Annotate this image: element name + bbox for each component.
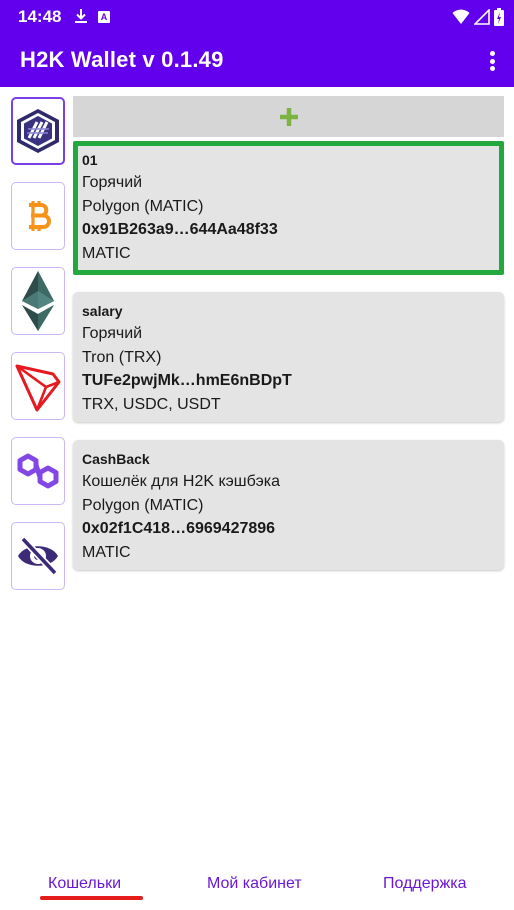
wallet-card[interactable]: salary Горячий Tron (TRX) TUFe2pwjMk…hmE…	[73, 292, 504, 422]
wallet-tokens: MATIC	[82, 244, 131, 262]
add-wallet-button[interactable]	[73, 96, 504, 137]
polygon-icon[interactable]	[11, 437, 65, 505]
wallet-name: CashBack	[82, 451, 150, 467]
notification-badge: A	[98, 11, 110, 23]
wallet-network: Polygon (MATIC)	[82, 197, 204, 215]
bitcoin-icon[interactable]	[11, 182, 65, 250]
wallet-type: Кошелёк для H2K кэшбэка	[82, 473, 281, 490]
nav-wallets[interactable]: Кошельки	[48, 875, 121, 893]
status-time: 14:48	[18, 7, 62, 26]
status-icons	[452, 7, 504, 27]
more-vert-icon[interactable]	[486, 48, 498, 74]
wallet-network: Tron (TRX)	[82, 348, 162, 366]
signal-icon	[474, 9, 490, 25]
battery-icon	[494, 8, 504, 26]
wallet-network: Polygon (MATIC)	[82, 496, 204, 514]
wallet-name: 01	[82, 152, 98, 168]
app-title: H2K Wallet v 0.1.49	[20, 47, 224, 72]
nav-my-cabinet[interactable]: Мой кабинет	[207, 875, 302, 893]
app-bar: H2K Wallet v 0.1.49	[0, 33, 514, 87]
wallet-card[interactable]: CashBack Кошелёк для H2K кэшбэка Polygon…	[73, 440, 504, 570]
bottom-nav: Кошельки Мой кабинет Поддержка	[0, 860, 514, 910]
nav-active-indicator	[40, 896, 143, 900]
wallet-type: Горячий	[82, 325, 143, 342]
wallet-name: salary	[82, 303, 123, 319]
wallet-tokens: TRX, USDC, USDT	[82, 395, 221, 413]
wallet-card[interactable]: 01 Горячий Polygon (MATIC) 0x91B263a9…64…	[73, 141, 504, 275]
wallet-address: TUFe2pwjMk…hmE6nBDpT	[82, 372, 292, 389]
wallet-address: 0x91B263a9…644Aa48f33	[82, 221, 278, 238]
wifi-icon	[452, 9, 470, 24]
h2k-logo-icon[interactable]	[11, 97, 65, 165]
wallet-address: 0x02f1C418…6969427896	[82, 520, 276, 537]
ethereum-icon[interactable]	[11, 267, 65, 335]
wallet-tokens: MATIC	[82, 543, 131, 561]
eye-off-icon[interactable]	[11, 522, 65, 590]
nav-support[interactable]: Поддержка	[383, 875, 466, 893]
plus-icon	[279, 107, 298, 126]
wallet-type: Горячий	[82, 174, 143, 191]
download-icon	[75, 9, 87, 23]
status-bar: 14:48 A	[0, 0, 514, 33]
tron-icon[interactable]	[11, 352, 65, 420]
